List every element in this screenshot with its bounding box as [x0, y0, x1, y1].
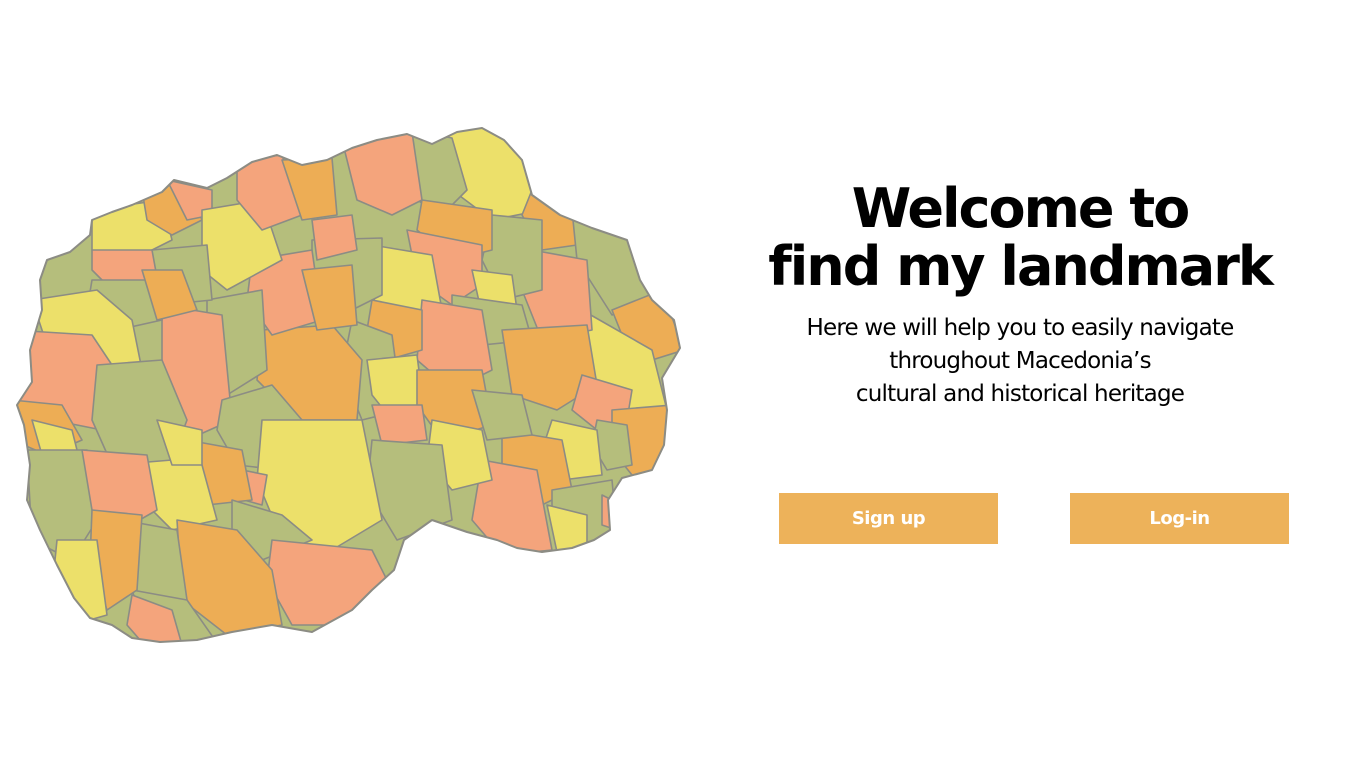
subtitle-line-1: Here we will help you to easily navigate: [806, 315, 1235, 341]
title-line-1: Welcome to: [851, 177, 1190, 240]
subtitle-line-3: cultural and historical heritage: [855, 381, 1185, 407]
macedonia-municipalities-map: [12, 120, 684, 650]
title-line-2: find my landmark: [768, 235, 1273, 298]
sign-up-button[interactable]: Sign up: [779, 493, 998, 544]
welcome-page: Welcome to find my landmark Here we will…: [0, 0, 1366, 768]
map-svg: [16, 127, 681, 643]
page-title: Welcome to find my landmark: [740, 180, 1300, 296]
page-subtitle: Here we will help you to easily navigate…: [760, 312, 1280, 411]
log-in-button[interactable]: Log-in: [1070, 493, 1289, 544]
hero-section: Welcome to find my landmark Here we will…: [740, 180, 1300, 411]
subtitle-line-2: throughout Macedonia’s: [889, 348, 1151, 374]
